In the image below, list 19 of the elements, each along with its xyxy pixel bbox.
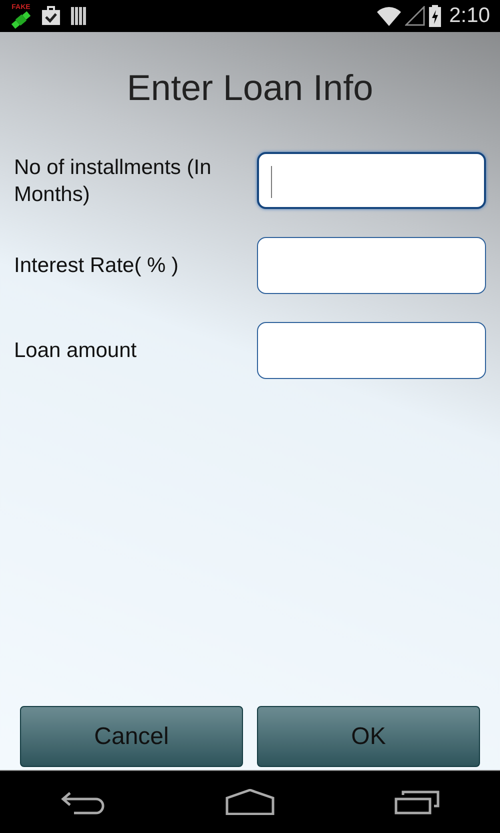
field-label: Loan amount xyxy=(14,338,138,364)
input-field[interactable] xyxy=(257,152,486,210)
input-field[interactable] xyxy=(257,237,486,294)
satellite-icon xyxy=(10,10,32,28)
clock-time: 2:10 xyxy=(449,3,490,30)
field-label: Interest Rate( % ) xyxy=(14,253,180,280)
barcode-icon xyxy=(70,6,88,26)
signal-icon xyxy=(405,6,426,26)
cancel-button[interactable]: Cancel xyxy=(20,706,243,768)
home-icon[interactable] xyxy=(224,789,275,815)
battery-icon xyxy=(429,5,442,27)
recent-apps-icon[interactable] xyxy=(394,789,440,815)
ok-button[interactable]: OK xyxy=(257,706,480,768)
wifi-icon xyxy=(377,6,402,26)
field-label: No of installments (In Months) xyxy=(14,154,212,208)
input-field[interactable] xyxy=(257,322,486,380)
dialog-title: Enter Loan Info xyxy=(126,66,374,110)
back-icon[interactable] xyxy=(60,789,106,815)
briefcase-check-icon xyxy=(40,5,62,27)
